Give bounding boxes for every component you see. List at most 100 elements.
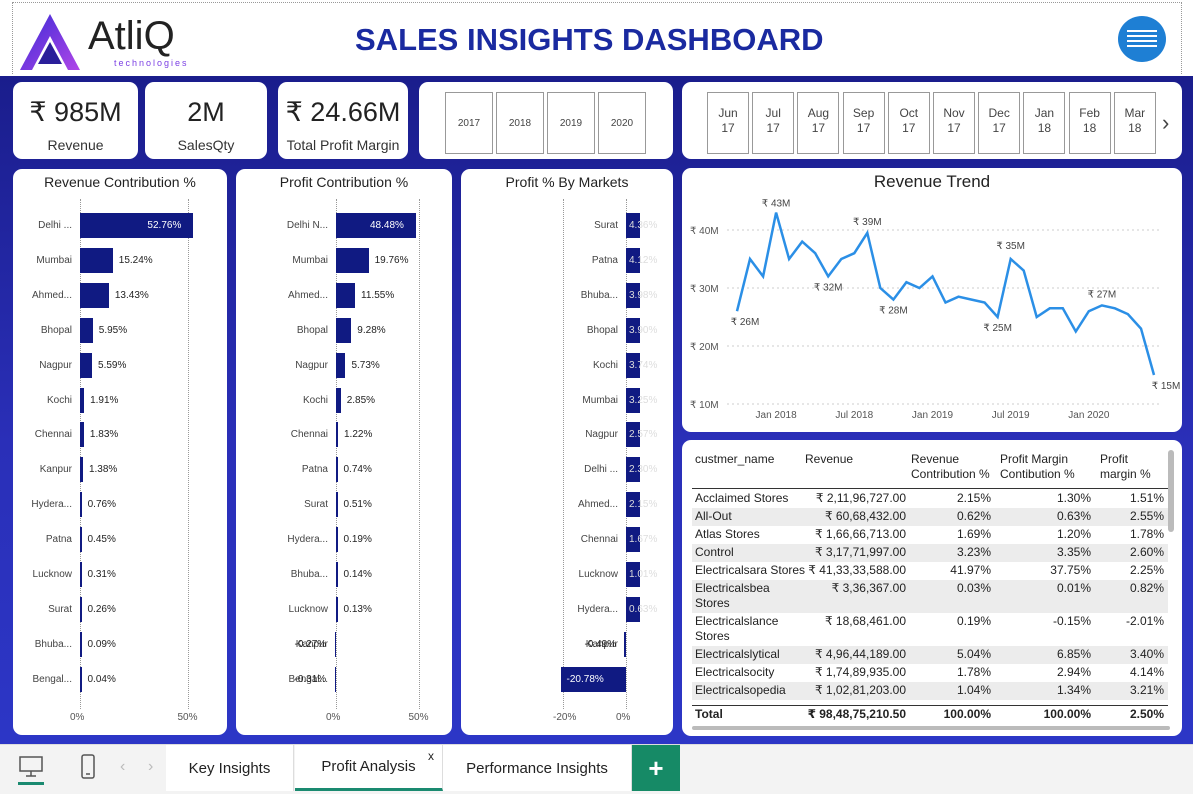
table-cell: 3.21% [1129,683,1164,697]
bar-value-label: 3.90% [629,324,658,336]
bar-category-label: Kanpur [39,464,72,476]
bar-value-label: 0.26% [87,603,116,615]
close-tab-icon[interactable]: x [428,749,434,763]
menu-hamburger-icon[interactable] [1118,16,1166,62]
month-button[interactable]: Dec 17 [978,92,1021,154]
table-hscrollbar[interactable] [692,726,1170,730]
bar-mark[interactable] [80,457,83,483]
bar-mark[interactable] [80,527,82,553]
bar-mark[interactable] [336,247,369,273]
month-year: 17 [811,121,826,135]
year-button[interactable]: 2017 [445,92,493,154]
bar-mark[interactable] [336,562,338,587]
month-button[interactable]: Aug 17 [797,92,840,154]
table-cell: 0.19% [956,614,991,628]
month-button[interactable]: Oct 17 [887,92,930,154]
x-tick-label: Jan 2019 [912,410,954,421]
bar-mark[interactable] [336,457,338,483]
tab-scroll-left-icon[interactable]: ‹ [120,758,125,776]
bar-value-label: -0.31% [294,673,327,685]
tab-scroll-right-icon[interactable]: › [148,758,153,776]
revenue-trend-chart: ₹ 40M ₹ 30M ₹ 20M ₹ 10M Jan 2018 Jul 2018 Jan … [690,199,1180,421]
bar-category-label: Kochi [46,394,72,406]
bar-mark[interactable] [336,492,338,518]
table-header-cell[interactable]: custmer_name [695,452,807,467]
table-row[interactable]: Electricalsopedia ₹ 1,02,81,203.00 1.04% 1.… [692,682,1168,700]
table-row[interactable]: Control ₹ 3,17,71,997.00 3.23% 3.35% 2.60% [692,544,1168,562]
bar-mark[interactable] [80,666,82,692]
table-header-cell[interactable]: Revenue [805,452,905,467]
bar-mark[interactable] [336,282,356,308]
table-row[interactable]: Electricalslance Stores ₹ 18,68,461.00 0.1… [692,613,1168,646]
kpi-salesqty-label: SalesQty [177,137,235,153]
table-cell: 3.40% [1129,647,1164,661]
table-row[interactable]: Electricalsara Stores ₹ 41,33,33,588.00 41… [692,562,1168,580]
bar-category-label: Bhuba... [34,638,72,650]
bar-category-label: Mumbai [292,254,328,266]
month-button[interactable]: Feb 18 [1068,92,1111,154]
month-button[interactable]: Sep 17 [842,92,885,154]
table-cell: All-Out [695,509,732,523]
bar-mark[interactable] [80,631,82,657]
bar-value-label: 2.57% [629,429,658,441]
table-cell: 2.55% [1129,509,1164,523]
month-button[interactable]: Jul 17 [752,92,795,154]
logo-name: AtliQ [88,14,175,58]
table-total-row: Total ₹ 98,48,75,210.50 100.00% 100.00% 2.50… [692,705,1168,723]
mobile-view-icon[interactable] [80,753,96,781]
bar-mark[interactable] [336,422,338,448]
tab-profit-analysis[interactable]: Profit Analysis [295,745,443,791]
bar-mark[interactable] [80,282,109,308]
desktop-view-icon[interactable] [18,755,44,785]
table-cell: 1.51% [1129,491,1164,505]
table-cell: -2.01% [1125,614,1164,628]
month-button[interactable]: Jan 18 [1023,92,1066,154]
table-header-cell[interactable]: Revenue Contribution % [911,452,995,482]
bar-mark[interactable] [336,387,341,413]
bar-category-label: Nagpur [295,359,328,371]
chevron-right-icon[interactable]: › [1162,110,1169,136]
bar-mark[interactable] [624,631,626,657]
table-cell: Acclaimed Stores [695,491,789,505]
year-button[interactable]: 2018 [496,92,544,154]
bar-mark[interactable] [334,631,336,657]
add-page-button[interactable]: + [632,745,680,791]
bar-mark[interactable] [80,317,93,343]
bar-category-label: Mumbai [36,254,72,266]
month-name: Jun [718,106,738,120]
bar-mark[interactable] [80,352,93,378]
gridline [563,199,564,709]
table-row[interactable]: Electricalslytical ₹ 4,96,44,189.00 5.04% 6… [692,646,1168,664]
tab-key-insights[interactable]: Key Insights [166,745,294,791]
bar-mark[interactable] [334,666,336,692]
month-button[interactable]: Mar 18 [1113,92,1156,154]
bar-value-label: 0.14% [343,569,372,580]
bar-mark[interactable] [336,527,338,553]
y-tick-label: ₹ 40M [690,226,719,237]
year-button[interactable]: 2019 [547,92,595,154]
table-row[interactable]: Electricalsocity ₹ 1,74,89,935.00 1.78% 2.9… [692,664,1168,682]
bar-category-label: Delhi ... [584,464,618,476]
bar-mark[interactable] [336,352,346,378]
table-row[interactable]: Atlas Stores ₹ 1,66,66,713.00 1.69% 1.20% 1.… [692,526,1168,544]
table-header-cell[interactable]: Profit Margin Contibution % [1000,452,1096,482]
bar-mark[interactable] [336,596,338,622]
kpi-profit-label: Total Profit Margin [286,137,400,153]
table-header-cell[interactable]: Profit margin % [1100,452,1160,482]
table-row[interactable]: All-Out ₹ 60,68,432.00 0.62% 0.63% 2.55% [692,508,1168,526]
table-total-cell: 2.50% [1129,707,1164,721]
tab-performance-insights[interactable]: Performance Insights [443,745,632,791]
table-scrollbar[interactable] [1168,450,1174,532]
month-button[interactable]: Nov 17 [933,92,975,154]
bar-mark[interactable] [80,562,82,587]
bar-mark[interactable] [80,247,113,273]
bar-mark[interactable] [80,422,84,448]
bar-mark[interactable] [80,596,82,622]
year-button[interactable]: 2020 [598,92,646,154]
table-row[interactable]: Electricalsbea Stores ₹ 3,36,367.00 0.03% 0… [692,580,1168,613]
bar-mark[interactable] [80,387,85,413]
table-row[interactable]: Acclaimed Stores ₹ 2,11,96,727.00 2.15% 1.3… [692,490,1168,508]
bar-mark[interactable] [80,492,82,518]
month-button[interactable]: Jun 17 [707,92,749,154]
bar-mark[interactable] [336,317,352,343]
